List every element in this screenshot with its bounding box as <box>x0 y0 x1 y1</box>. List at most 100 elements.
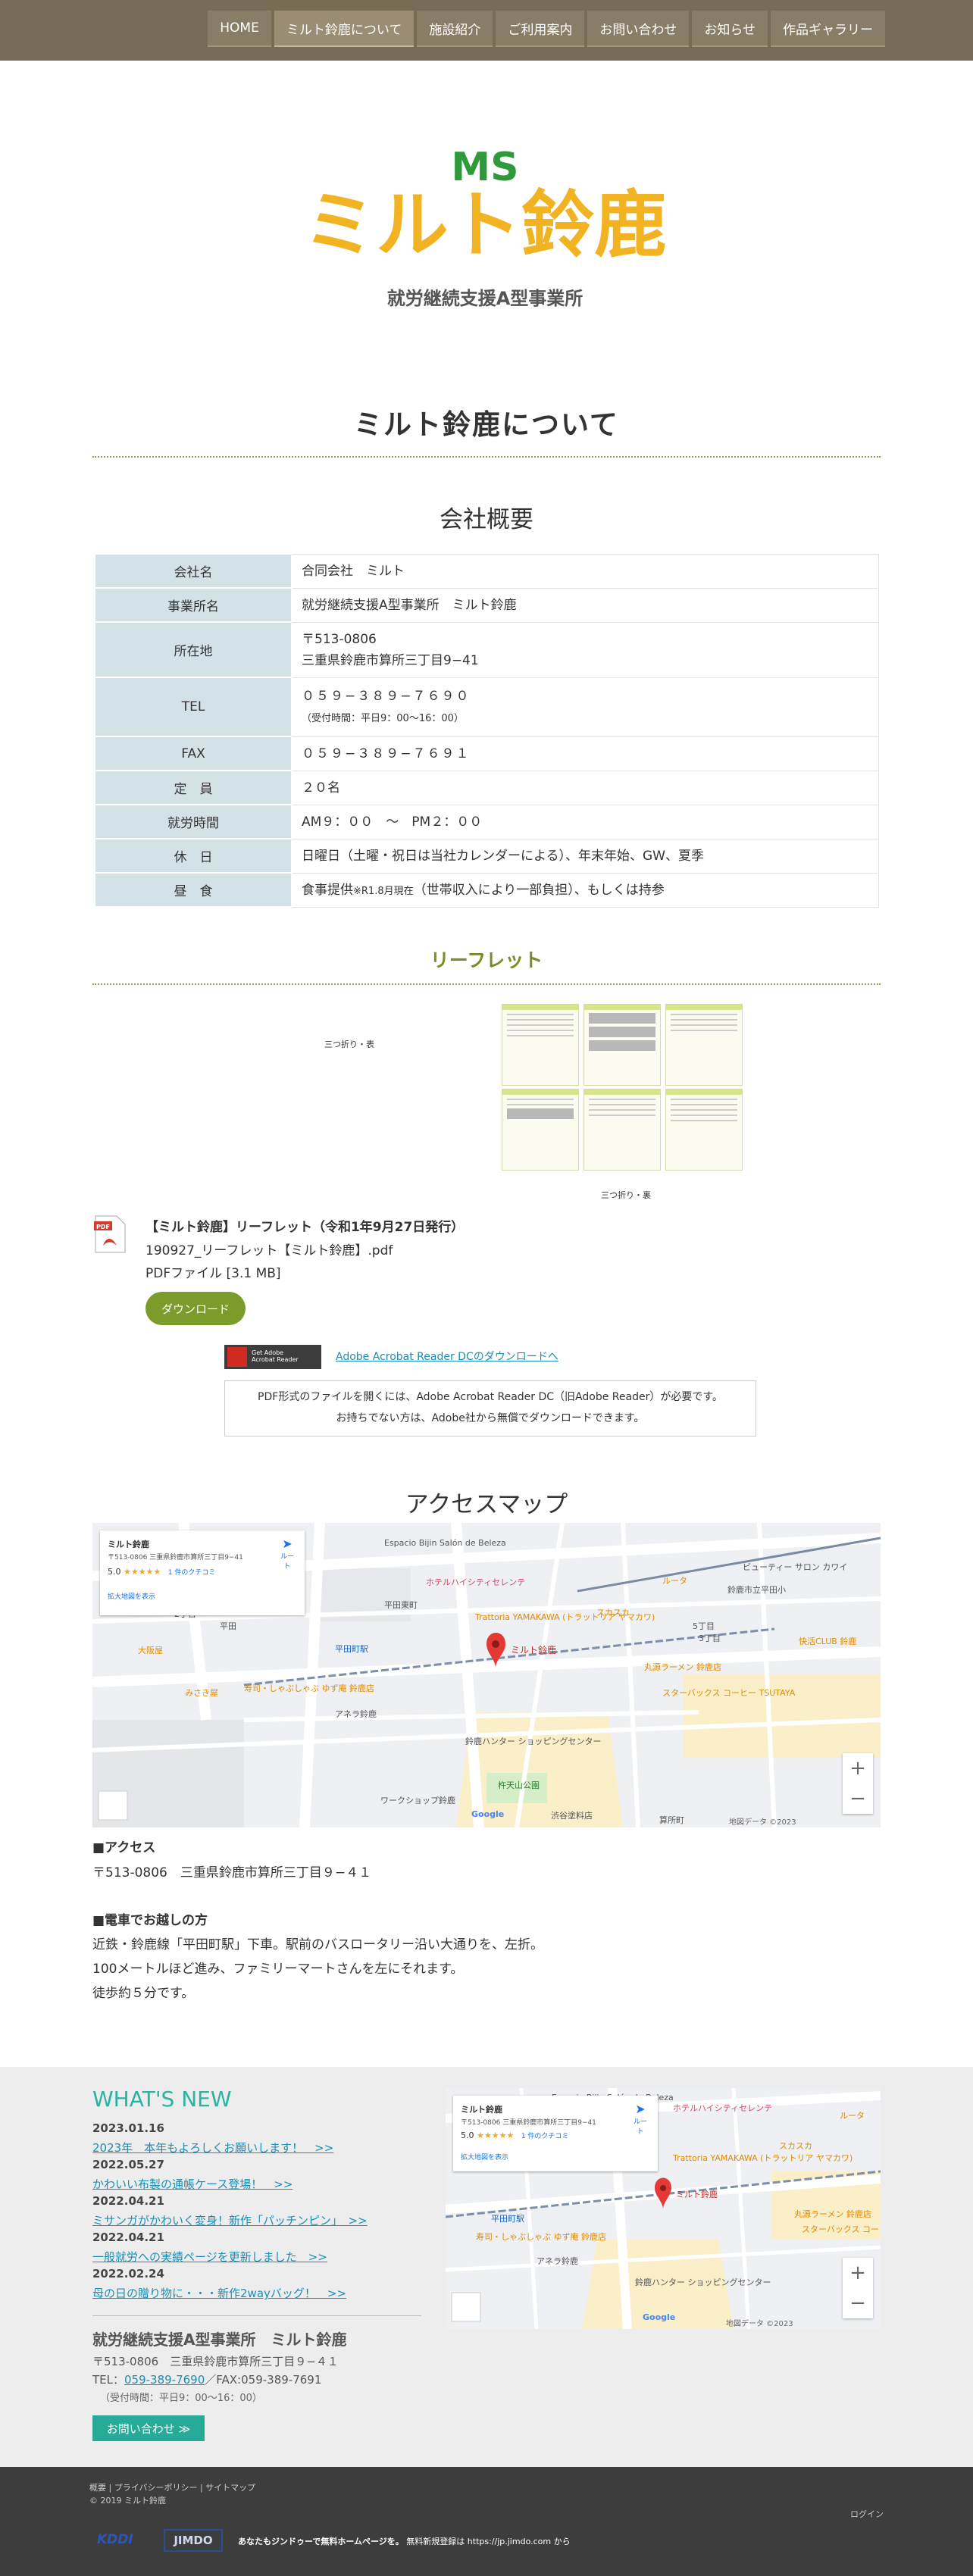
map-card-address: 〒513-0806 三重県鈴鹿市算所三丁目9−41 <box>461 2119 596 2127</box>
row-label: FAX <box>94 736 293 772</box>
map-rating: 5.0 <box>461 2131 474 2140</box>
zoom-out-button[interactable]: − <box>843 1784 873 1814</box>
map-directions-button[interactable]: ➤ ルート <box>277 1537 297 1571</box>
table-row: FAX ０５９−３８９−７６９１ <box>94 736 879 772</box>
whats-new-title: WHAT'S NEW <box>92 2087 232 2112</box>
map-enlarge-link[interactable]: 拡大地図を表示 <box>461 2152 508 2162</box>
acrobat-note-line2: お持ちでない方は、Adobe社から無償でダウンロードできます。 <box>336 1412 645 1424</box>
jimdo-promo-rest: 無料新規登録は https://jp.jimdo.com から <box>403 2537 571 2546</box>
site-logo[interactable]: MS ミルト鈴鹿 就労継続支援A型事業所 <box>288 144 682 318</box>
map-place: Espacio Bijin Salón de Beleza <box>384 1538 506 1548</box>
news-link[interactable]: かわいい布製の通帳ケース登場！ >> <box>92 2176 293 2192</box>
acrobat-download-link[interactable]: Adobe Acrobat Reader DCのダウンロードへ <box>336 1349 558 1364</box>
map-place: Trattoria YAMAKAWA (トラットリア ヤマカワ) <box>672 2153 853 2163</box>
nav-home[interactable]: HOME <box>208 11 271 47</box>
acrobat-badge-line2: Acrobat Reader <box>252 1356 299 1363</box>
map-place: Trattoria YAMAKAWA (トラットリア ヤマカワ) <box>474 1612 655 1622</box>
footer-links[interactable]: 概要 | プライバシーポリシー | サイトマップ <box>89 2481 255 2493</box>
access-heading: アクセスマップ <box>405 1491 568 1518</box>
nav-guide[interactable]: ご利用案内 <box>496 11 585 47</box>
table-row: 会社名 合同会社 ミルト <box>94 552 879 589</box>
login-link[interactable]: ログイン <box>850 2508 884 2520</box>
lunch-text: 食事提供 <box>302 882 353 898</box>
map-place-card: ミルト鈴鹿 〒513-0806 三重県鈴鹿市算所三丁目9−41 5.0 ★★★★… <box>100 1530 305 1615</box>
map-place: ビューティー サロン カワイ <box>743 1562 847 1572</box>
download-button[interactable]: ダウンロード <box>145 1292 246 1325</box>
map-place: アネラ鈴鹿 <box>537 2256 578 2266</box>
map-place: 快活CLUB 鈴鹿 <box>799 1636 856 1646</box>
table-row: 昼 食 食事提供※R1.8月現在（世帯収入により一部負担）、もしくは持参 <box>94 872 879 908</box>
map-place: 平田町駅 <box>491 2214 524 2224</box>
zoom-in-button[interactable]: + <box>843 1753 873 1784</box>
map-card-title: ミルト鈴鹿 <box>108 1540 149 1549</box>
news-link[interactable]: 2023年 本年もよろしくお願いします！ >> <box>92 2140 333 2156</box>
map-reviews-link[interactable]: 1 件のクチコミ <box>521 2133 569 2140</box>
google-map[interactable]: ミルト鈴鹿 Espacio Bijin Salón de Beleza ホテルハ… <box>92 1523 881 1827</box>
map-pin-label: ミルト鈴鹿 <box>676 2189 718 2199</box>
acrobat-note: PDF形式のファイルを開くには、Adobe Acrobat Reader DC（… <box>224 1380 756 1436</box>
table-row: 就労時間 AM９：００ 〜 PM２：００ <box>94 804 879 840</box>
footer-divider <box>92 2315 421 2316</box>
map-reviews-link[interactable]: 1 件のクチコミ <box>168 1569 216 1577</box>
map-place: 算所町 <box>659 1815 684 1825</box>
map-directions-button[interactable]: ➤ ルート <box>630 2102 650 2136</box>
logo-name: ミルト鈴鹿 <box>303 183 667 267</box>
lunch-text-2: （世帯収入により一部負担）、もしくは持参 <box>413 882 665 898</box>
row-label: 就労時間 <box>94 804 293 840</box>
map-place: 鈴鹿ハンター ショッピングセンター <box>465 1736 602 1746</box>
zoom-in-button[interactable]: + <box>843 2258 873 2288</box>
news-link[interactable]: ミサンガがかわいく変身！新作「パッチンピン」 >> <box>92 2212 368 2228</box>
access-address: 〒513-0806 三重県鈴鹿市算所三丁目９−４１ <box>92 1865 372 1880</box>
map-place: 平田東町 <box>384 1600 418 1610</box>
map-directions-label: ルート <box>280 1553 294 1571</box>
leaflet-panel <box>665 1004 743 1171</box>
nav-about[interactable]: ミルト鈴鹿について <box>274 11 415 47</box>
star-rating-icon: ★★★★★ <box>124 1567 161 1577</box>
google-logo: Google <box>643 2312 675 2322</box>
map-place: ルータ <box>840 2111 865 2121</box>
map-place: 寿司・しゃぶしゃぶ ゆず庵 鈴鹿店 <box>244 1683 374 1693</box>
row-value: 〒513-0806 三重県鈴鹿市算所三丁目9−41 <box>291 621 879 678</box>
news-link[interactable]: 母の日の贈り物に・・・新作2wayバッグ！ >> <box>92 2285 346 2301</box>
row-label: 会社名 <box>94 552 293 589</box>
zoom-out-button[interactable]: − <box>843 2288 873 2318</box>
map-place: ホテルハイシティセレンテ <box>426 1577 525 1587</box>
news-date: 2022.05.27 <box>92 2158 164 2171</box>
jimdo-promo: あなたもジンドゥーで無料ホームページを。 無料新規登録は https://jp.… <box>238 2535 571 2547</box>
address-line: 三重県鈴鹿市算所三丁目9−41 <box>302 652 479 668</box>
nav-contact[interactable]: お問い合わせ <box>587 11 690 47</box>
acrobat-badge[interactable]: Get Adobe Acrobat Reader <box>224 1345 321 1369</box>
kddi-logo[interactable]: KDDI <box>97 2532 133 2547</box>
map-place: 平田 <box>220 1621 236 1631</box>
pdf-filesize: PDFファイル [3.1 MB] <box>145 1266 281 1281</box>
row-label: 昼 食 <box>94 872 293 908</box>
nav-gallery[interactable]: 作品ギャラリー <box>771 11 885 47</box>
row-label: 休 日 <box>94 838 293 874</box>
map-place: 丸源ラーメン 鈴鹿店 <box>794 2209 871 2219</box>
train-line: 近鉄・鈴鹿線「平田町駅」下車。駅前のバスロータリー沿い大通りを、左折。 <box>92 1937 543 1952</box>
main-nav: HOME ミルト鈴鹿について 施設紹介 ご利用案内 お問い合わせ お知らせ 作品… <box>208 11 885 47</box>
acrobat-icon <box>227 1347 247 1367</box>
contact-button[interactable]: お問い合わせ ≫ <box>92 2415 205 2441</box>
jimdo-promo-bold: あなたもジンドゥーで無料ホームページを。 <box>238 2537 404 2546</box>
map-enlarge-link[interactable]: 拡大地図を表示 <box>108 1591 155 1601</box>
row-label: TEL <box>94 677 293 738</box>
map-place: 平田町駅 <box>335 1644 368 1654</box>
news-link[interactable]: 一般就労への実績ページを更新しました >> <box>92 2249 327 2265</box>
footer-fax: ／FAX:059-389-7691 <box>205 2373 322 2387</box>
table-row: TEL ０５９−３８９−７６９０ （受付時間：平日9：00〜16：00） <box>94 677 879 738</box>
nav-facility[interactable]: 施設紹介 <box>417 11 493 47</box>
table-row: 定 員 ２０名 <box>94 770 879 806</box>
row-label: 所在地 <box>94 621 293 679</box>
map-place: 3丁目 <box>699 1633 721 1643</box>
nav-news[interactable]: お知らせ <box>692 11 768 47</box>
acrobat-note-line1: PDF形式のファイルを開くには、Adobe Acrobat Reader DC（… <box>258 1391 723 1403</box>
footer-tel-link[interactable]: 059-389-7690 <box>124 2373 205 2387</box>
map-card-address: 〒513-0806 三重県鈴鹿市算所三丁目9−41 <box>108 1554 243 1562</box>
map-place: みさき屋 <box>185 1688 218 1698</box>
leaflet-back-image[interactable] <box>502 1004 743 1171</box>
footer-google-map[interactable]: ミルト鈴鹿 Espacio Bijin Salón de Beleza ホテルハ… <box>446 2088 881 2329</box>
train-line: 徒歩約５分です。 <box>92 1986 195 2001</box>
jimdo-logo[interactable]: JIMDO <box>164 2529 223 2552</box>
map-place: ホテルハイシティセレンテ <box>673 2103 772 2113</box>
